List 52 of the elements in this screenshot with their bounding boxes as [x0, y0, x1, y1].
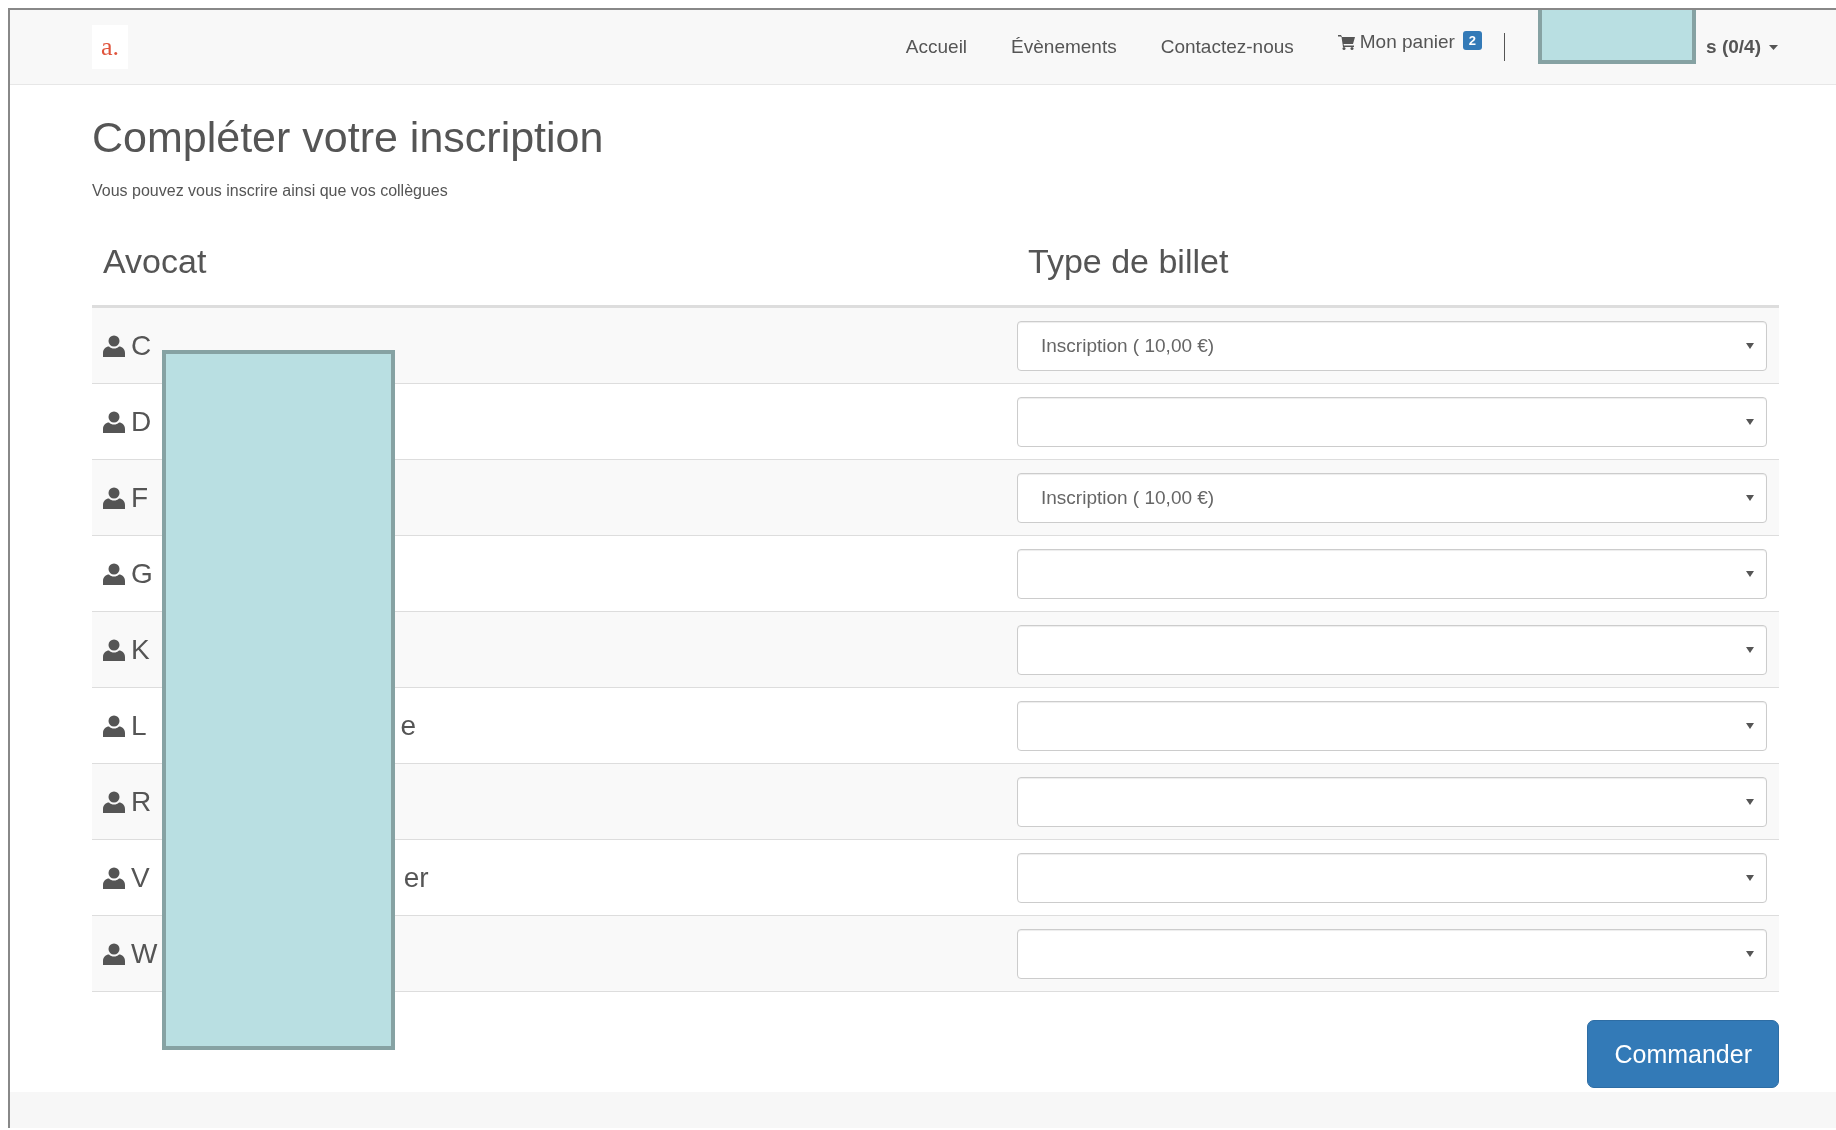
user-icon [103, 714, 125, 737]
ticket-type-select[interactable] [1017, 624, 1767, 675]
attendee-name: W [131, 937, 158, 970]
user-icon [103, 562, 125, 585]
attendee-name: C [131, 329, 152, 362]
cart-count-badge: 2 [1462, 31, 1483, 50]
column-header: Type de billet [1027, 242, 1230, 281]
attendee-name: R [131, 785, 152, 818]
dropdown-arrow-icon [1746, 342, 1754, 349]
dropdown-arrow-icon [1746, 798, 1754, 805]
user-menu[interactable]: s (0/4) [1706, 36, 1761, 58]
ticket-type-select[interactable] [1017, 776, 1767, 827]
ticket-type-select[interactable] [1017, 928, 1767, 979]
cart-icon [1337, 34, 1356, 50]
user-icon [103, 866, 125, 889]
ticket-type-select[interactable]: Inscription ( 10,00 €) [1017, 320, 1767, 371]
dropdown-arrow-icon [1746, 874, 1754, 881]
caret-icon [1769, 44, 1778, 50]
nav-link[interactable]: Contactez-nous [1138, 36, 1316, 58]
user-icon [103, 638, 125, 661]
user-icon [103, 790, 125, 813]
column-header: Avocat [102, 242, 208, 281]
ticket-type-select[interactable] [1017, 700, 1767, 751]
dropdown-arrow-icon [1746, 418, 1754, 425]
dropdown-arrow-icon [1746, 570, 1754, 577]
dropdown-arrow-icon [1746, 494, 1754, 501]
attendee-name: D [131, 405, 152, 438]
nav-link[interactable]: Évènements [989, 36, 1139, 58]
ticket-type-select[interactable] [1017, 852, 1767, 903]
attendee-name: V [131, 861, 150, 894]
attendee-name: G [131, 557, 153, 590]
nav-link[interactable]: Accueil [883, 36, 990, 58]
ticket-type-select[interactable] [1017, 548, 1767, 599]
dropdown-arrow-icon [1746, 950, 1754, 957]
cart-link[interactable]: Mon panier 2 [1315, 31, 1505, 63]
ticket-type-select[interactable]: Inscription ( 10,00 €) [1017, 472, 1767, 523]
attendee-name: L [131, 709, 147, 742]
dropdown-arrow-icon [1746, 646, 1754, 653]
user-icon [103, 486, 125, 509]
user-icon [103, 942, 125, 965]
page-subtitle: Vous pouvez vous inscrire ainsi que vos collègues [92, 182, 449, 200]
attendee-name: e [400, 709, 417, 742]
attendee-name: er [403, 861, 429, 894]
logo[interactable]: a. [92, 25, 128, 69]
ticket-type-select[interactable] [1017, 396, 1767, 447]
attendee-name: F [131, 481, 149, 514]
attendee-name: K [131, 633, 150, 666]
page-title: Compléter votre inscription [92, 113, 605, 162]
dropdown-arrow-icon [1746, 722, 1754, 729]
order-button[interactable]: Commander [1587, 1020, 1779, 1088]
user-icon [103, 334, 125, 357]
user-icon [103, 410, 125, 433]
